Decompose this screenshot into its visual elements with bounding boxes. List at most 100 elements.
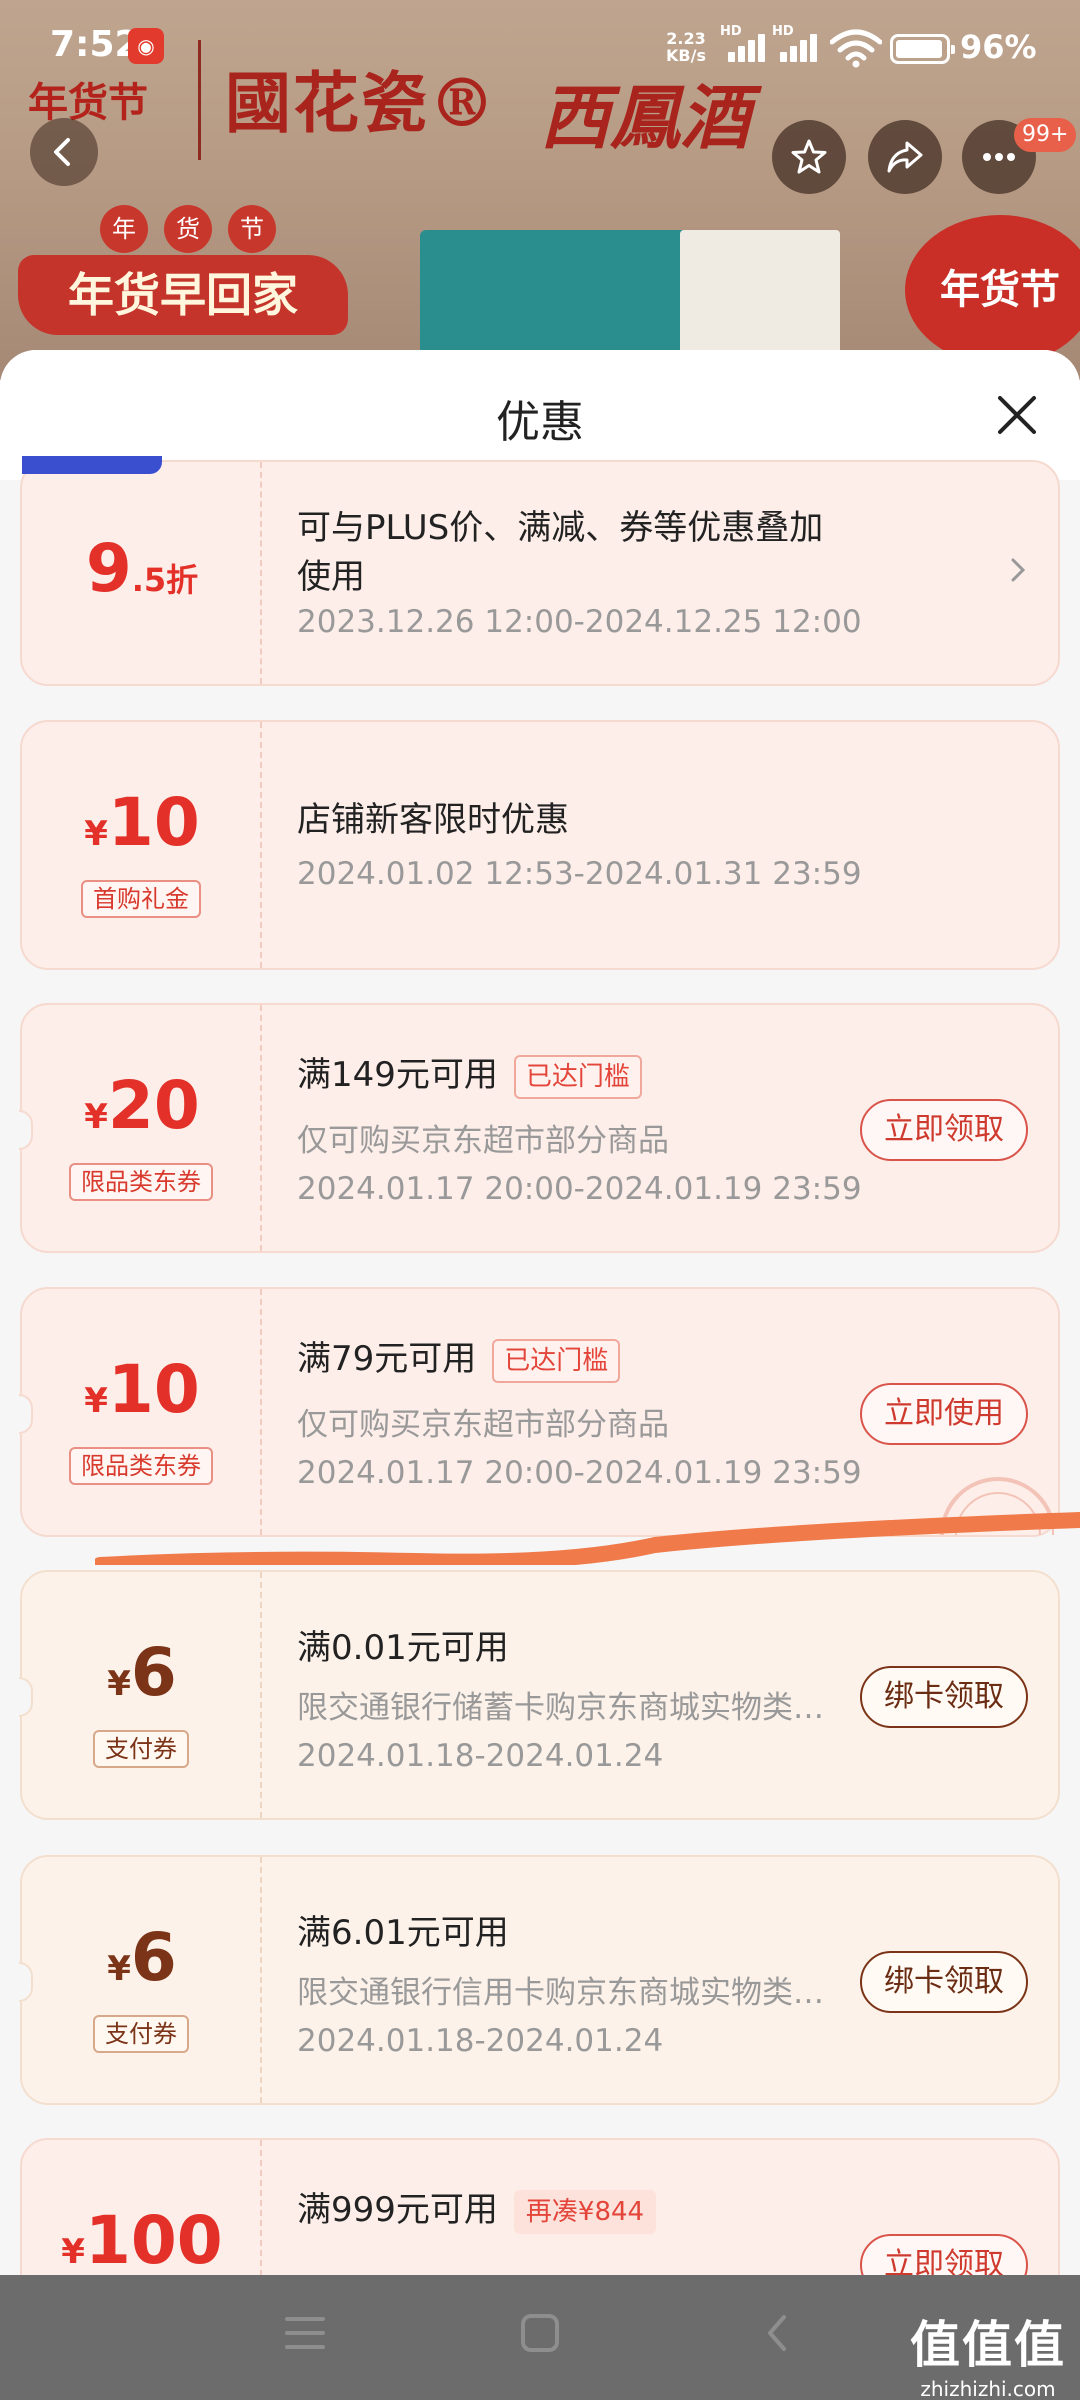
coupon-amount: ¥100 [22,2202,262,2275]
bind-card-claim-button[interactable]: 绑卡领取 [860,1951,1028,2013]
coupon-amount-suffix: .5折 [131,561,199,599]
coupon-amount: ¥10 [22,784,262,861]
coupon-threshold: 满6.01元可用 [297,1913,509,1953]
use-now-button[interactable]: 立即使用 [860,1383,1028,1445]
threshold-met-badge: 已达门槛 [513,1054,642,1099]
coupon-amount: 9.5折 [22,530,262,607]
coupon-amount-value: 10 [107,1351,200,1428]
sheet-title: 优惠 [496,397,584,448]
coupon-card-payment: ¥6 支付券 满6.01元可用 限交通银行信用卡购京东商城实物类… 2024.0… [19,1855,1060,2105]
coupon-title-line2: 使用 [297,557,365,597]
back-button[interactable] [30,118,98,186]
coupon-type-tag: 限品类东券 [69,1447,213,1485]
currency-symbol: ¥ [84,1097,108,1137]
coupon-title: 满79元可用 已达门槛 [297,1331,621,1383]
coupon-type-tag: 限品类东券 [69,1163,213,1201]
claim-now-button[interactable]: 立即领取 [860,2234,1028,2275]
coupon-amount-value: 100 [84,2202,223,2275]
coupon-amount-area: ¥6 支付券 [22,1857,262,2103]
currency-symbol: ¥ [84,814,108,854]
currency-symbol: ¥ [107,1664,131,1704]
banner-ribbon-top: 年 货 节 [100,205,276,253]
plus-ribbon [22,456,162,474]
coupon-threshold: 满999元可用 [297,2190,498,2230]
coupon-amount-area: ¥20 限品类东券 [22,1005,262,1251]
coupon-card-payment: ¥6 支付券 满0.01元可用 限交通银行储蓄卡购京东商城实物类… 2024.0… [19,1570,1060,1820]
star-icon [791,139,827,174]
brand-divider [198,40,201,160]
battery-icon [890,34,955,64]
coupon-card: ¥100 满999元可用 再凑¥844 立即领取 [20,2138,1060,2275]
coupon-amount: ¥6 [22,1919,262,1996]
coupon-date: 2024.01.18-2024.01.24 [297,1738,664,1774]
message-count-badge: 99+ [1014,118,1077,152]
coupon-amount-value: 9 [85,530,132,607]
signal-1-icon: HD [720,24,770,62]
coupon-type-tag: 支付券 [93,2015,189,2053]
coupon-date: 2023.12.26 12:00-2024.12.25 12:00 [297,604,862,640]
share-icon [887,141,923,173]
coupon-scope: 限交通银行信用卡购京东商城实物类… [297,1975,824,2011]
currency-symbol: ¥ [61,2232,85,2272]
coupon-type-tag: 支付券 [93,1730,189,1768]
signal-2-tag: HD [772,24,794,39]
ribbon-char: 节 [228,205,276,253]
currency-symbol: ¥ [84,1381,108,1421]
menu-icon[interactable] [285,2313,325,2353]
coupon-title: 可与PLUS价、满减、券等优惠叠加 [297,508,824,548]
coupon-amount: ¥6 [22,1634,262,1711]
coupon-amount-area: ¥100 [22,2140,262,2275]
claim-now-button[interactable]: 立即领取 [860,1099,1028,1161]
brand-logo-secondary: 西鳳酒 [540,76,750,159]
ribbon-char: 年 [100,205,148,253]
coupon-type-tag: 首购礼金 [81,880,201,918]
more-dots-icon [983,153,1015,161]
coupon-scope: 限交通银行储蓄卡购京东商城实物类… [297,1690,824,1726]
store-banner: 7:52 ◉ 2.23 KB/s HD HD 96% 年货节 國花瓷® 西鳳酒 [0,0,1080,380]
ribbon-char: 货 [164,205,212,253]
coupon-amount-value: 6 [130,1634,177,1711]
coupon-amount-area: ¥10 首购礼金 [22,722,262,968]
network-speed: 2.23 KB/s [666,30,706,64]
chevron-left-icon [54,138,70,166]
coupon-card: ¥20 限品类东券 满149元可用 已达门槛 仅可购买京东超市部分商品 2024.… [19,1003,1060,1253]
chevron-right-icon [1011,558,1026,582]
notification-app-icon: ◉ [128,28,164,64]
signal-1-tag: HD [720,24,742,39]
coupon-scope: 仅可购买京东超市部分商品 [297,1407,669,1443]
home-icon[interactable] [520,2313,560,2353]
site-watermark: 值值值 zhizhizhi.com [910,2305,1066,2400]
coupon-amount-area: ¥6 支付券 [22,1572,262,1818]
share-button[interactable] [868,120,942,194]
coupon-card-new-customer[interactable]: ¥10 首购礼金 店铺新客限时优惠 2024.01.02 12:53-2024.… [20,720,1060,970]
festival-badge: 年货节 [905,215,1080,365]
favorite-button[interactable] [772,120,846,194]
coupon-threshold: 满0.01元可用 [297,1628,509,1668]
coupon-date: 2024.01.18-2024.01.24 [297,2023,664,2059]
wifi-icon [830,29,882,68]
coupon-threshold: 满149元可用 [297,1055,498,1095]
coupon-amount: ¥10 [22,1351,262,1428]
coupon-card-discount[interactable]: 9.5折 可与PLUS价、满减、券等优惠叠加 使用 2023.12.26 12:… [20,456,1060,686]
watermark-logo: 值值值 [910,2316,1066,2374]
coupon-threshold: 满79元可用 [297,1339,477,1379]
close-icon[interactable] [992,390,1042,440]
banner-slogan: 年货早回家 [18,255,348,335]
network-speed-value: 2.23 [666,29,706,48]
status-time: 7:52 [50,24,140,65]
coupon-amount-value: 20 [107,1067,200,1144]
annotation-underline [95,1512,1080,1565]
system-nav-bar: 值值值 zhizhizhi.com [0,2275,1080,2400]
currency-symbol: ¥ [107,1949,131,1989]
bind-card-claim-button[interactable]: 绑卡领取 [860,1666,1028,1728]
coupon-date: 2024.01.17 20:00-2024.01.19 23:59 [297,1171,862,1207]
coupon-scope: 仅可购买京东超市部分商品 [297,1123,669,1159]
coupon-amount-value: 6 [130,1919,177,1996]
watermark-url: zhizhizhi.com [920,2377,1056,2400]
back-nav-icon[interactable] [758,2313,798,2353]
coupon-title: 满999元可用 再凑¥844 [297,2182,657,2234]
signal-2-icon: HD [772,24,822,62]
threshold-met-badge: 已达门槛 [492,1338,621,1383]
coupon-amount-area: 9.5折 [22,462,262,684]
battery-level: 96% [960,28,1037,66]
